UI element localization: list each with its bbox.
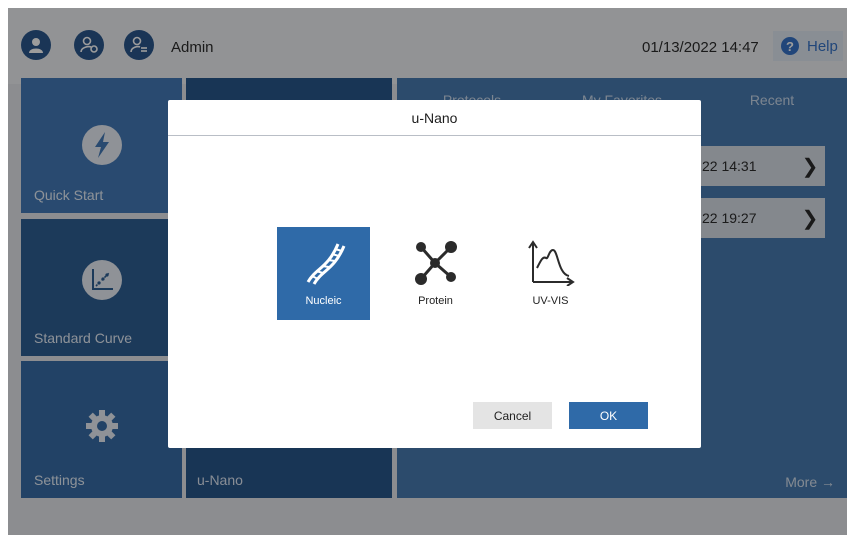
cancel-button[interactable]: Cancel (473, 402, 552, 429)
mode-uv-vis-label: UV-VIS (532, 295, 569, 307)
mode-nucleic-label: Nucleic (305, 295, 342, 307)
mode-protein[interactable]: Protein (389, 227, 482, 320)
dna-icon (296, 237, 352, 287)
spectrum-chart-icon (523, 237, 579, 287)
dialog-title: u-Nano (168, 100, 701, 136)
mode-protein-label: Protein (418, 295, 453, 307)
mode-nucleic[interactable]: Nucleic (277, 227, 370, 320)
mode-uv-vis[interactable]: UV-VIS (504, 227, 597, 320)
ok-button[interactable]: OK (569, 402, 648, 429)
app-screen: Admin 01/13/2022 14:47 ? Help Quick Star… (8, 8, 847, 535)
mode-select-dialog: u-Nano Nucleic Protein UV-VIS Cancel OK (168, 100, 701, 448)
protein-molecule-icon (408, 237, 464, 287)
